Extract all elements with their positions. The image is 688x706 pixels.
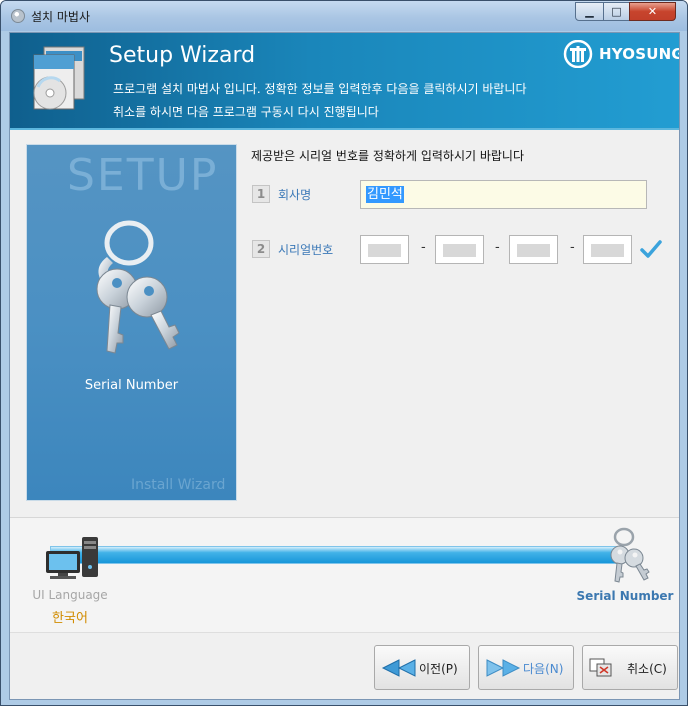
form-instruction: 제공받은 시리얼 번호를 정확하게 입력하시기 바랍니다 bbox=[251, 149, 524, 163]
forward-arrow-icon bbox=[486, 659, 521, 677]
serial-field-4[interactable] bbox=[583, 235, 632, 264]
setup-wizard-window: 설치 마법사 ▁ □ ✕ Setup Wizard 프로그램 설치 마법사 입니… bbox=[0, 0, 688, 706]
step-ui-language-label: UI Language bbox=[32, 588, 108, 602]
step-number-badge: 1 bbox=[252, 185, 270, 203]
minimize-button[interactable]: ▁ bbox=[575, 2, 604, 21]
wizard-client-area: Setup Wizard 프로그램 설치 마법사 입니다. 정확한 정보를 입력… bbox=[9, 32, 680, 700]
back-arrow-icon bbox=[381, 659, 416, 677]
obscured-value bbox=[591, 244, 624, 257]
hyosung-logo-icon bbox=[563, 40, 593, 68]
app-icon bbox=[11, 9, 25, 23]
serial-field-3[interactable] bbox=[509, 235, 558, 264]
step-serial-number-label: Serial Number bbox=[576, 589, 674, 603]
wizard-banner: Setup Wizard 프로그램 설치 마법사 입니다. 정확한 정보를 입력… bbox=[10, 33, 679, 128]
company-name-label: 회사명 bbox=[278, 188, 312, 202]
side-panel: SETUP Serial Number Install Wizard bbox=[26, 144, 237, 501]
maximize-button[interactable]: □ bbox=[603, 2, 630, 21]
company-name-input[interactable]: 김민석 bbox=[360, 180, 647, 209]
keys-icon bbox=[96, 220, 180, 354]
serial-number-label: 시리얼번호 bbox=[278, 243, 334, 257]
serial-field-1[interactable] bbox=[360, 235, 409, 264]
software-box-icon bbox=[33, 46, 85, 110]
button-bar-divider bbox=[10, 632, 679, 633]
company-name-value: 김민석 bbox=[366, 186, 404, 203]
prev-button[interactable]: 이전(P) bbox=[374, 645, 470, 690]
keys-small-icon bbox=[610, 527, 650, 583]
title-bar[interactable]: 설치 마법사 ▁ □ ✕ bbox=[1, 1, 687, 31]
close-button[interactable]: ✕ bbox=[629, 2, 676, 21]
cancel-icon bbox=[589, 658, 612, 677]
step-ui-language-value: 한국어 bbox=[52, 611, 88, 626]
wizard-title: Setup Wizard bbox=[109, 43, 256, 68]
prev-button-label: 이전(P) bbox=[419, 662, 458, 676]
banner-divider bbox=[10, 128, 679, 130]
step-progress-bar bbox=[50, 546, 620, 564]
serial-field-2[interactable] bbox=[435, 235, 484, 264]
next-button[interactable]: 다음(N) bbox=[478, 645, 574, 690]
side-panel-label: Serial Number bbox=[84, 378, 179, 393]
wizard-description-line1: 프로그램 설치 마법사 입니다. 정확한 정보를 입력한후 다음을 클릭하시기 … bbox=[113, 82, 527, 96]
setup-watermark: SETUP bbox=[67, 150, 219, 201]
checkmark-icon bbox=[640, 240, 662, 258]
cancel-button-label: 취소(C) bbox=[627, 662, 667, 676]
cancel-button[interactable]: 취소(C) bbox=[582, 645, 678, 690]
computer-icon bbox=[46, 537, 98, 579]
obscured-value bbox=[443, 244, 476, 257]
obscured-value bbox=[368, 244, 401, 257]
side-panel-footer: Install Wizard bbox=[131, 477, 226, 493]
serial-separator: - bbox=[495, 240, 500, 255]
serial-separator: - bbox=[421, 240, 426, 255]
hyosung-logo-text: HYOSUNG bbox=[599, 45, 680, 63]
obscured-value bbox=[517, 244, 550, 257]
next-button-label: 다음(N) bbox=[523, 662, 564, 676]
wizard-description-line2: 취소를 하시면 다음 프로그램 구동시 다시 진행됩니다 bbox=[113, 105, 379, 119]
window-title: 설치 마법사 bbox=[31, 10, 91, 24]
step-number-badge: 2 bbox=[252, 240, 270, 258]
serial-separator: - bbox=[570, 240, 575, 255]
